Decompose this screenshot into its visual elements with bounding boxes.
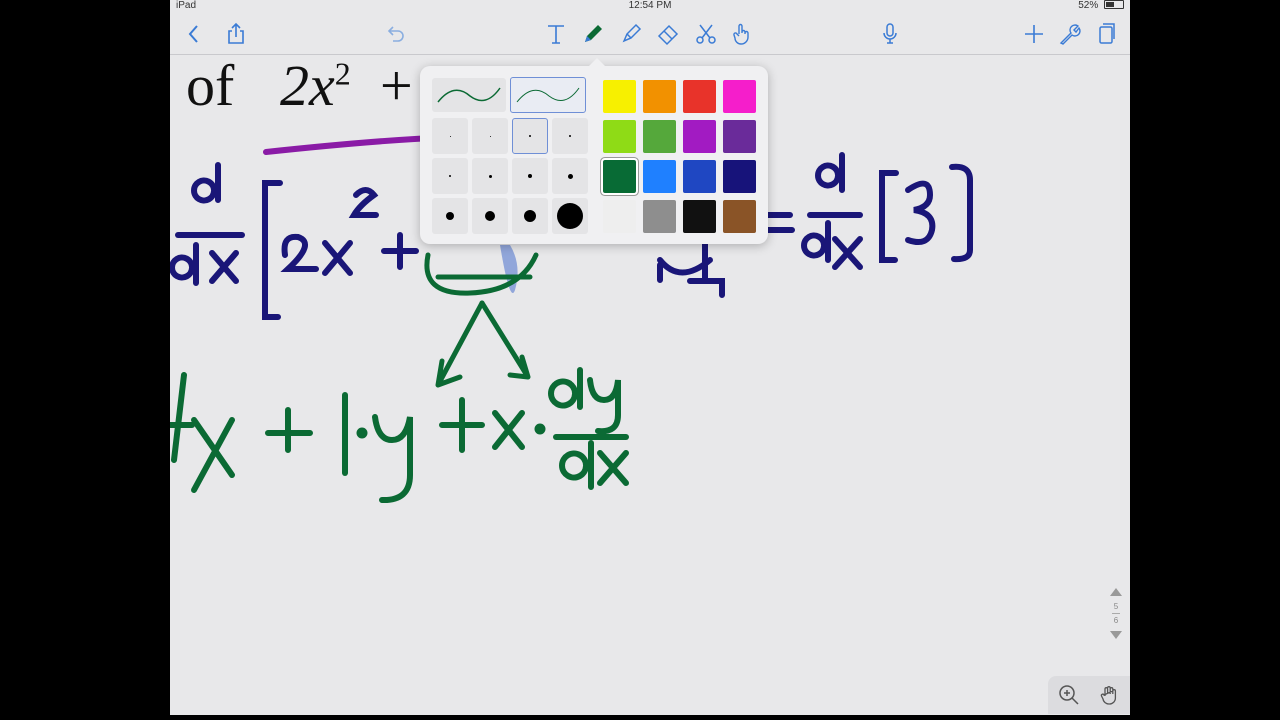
- battery-percent: 52%: [1078, 0, 1099, 11]
- highlighter-icon: [622, 23, 642, 43]
- pen-size-option[interactable]: [512, 198, 548, 234]
- pen-size-option[interactable]: [432, 118, 468, 154]
- pen-size-dot: [489, 135, 491, 137]
- microphone-button[interactable]: [876, 20, 904, 48]
- current-page: 5: [1113, 602, 1119, 611]
- pen-size-dot: [557, 203, 583, 229]
- pointer-tool-button[interactable]: [728, 20, 756, 48]
- wrench-icon: [1059, 24, 1081, 45]
- status-time: 12:54 PM: [628, 0, 672, 11]
- pen-size-option[interactable]: [432, 198, 468, 234]
- color-swatch[interactable]: [683, 80, 716, 113]
- pen-size-dot: [485, 211, 495, 221]
- page-indicator[interactable]: 5 6: [1107, 588, 1125, 654]
- pen-size-dot: [567, 173, 573, 179]
- undo-button[interactable]: [382, 20, 410, 48]
- color-swatch[interactable]: [603, 80, 636, 113]
- pen-size-option[interactable]: [432, 158, 468, 194]
- pen-style-fountain[interactable]: [510, 77, 586, 113]
- pen-size-option[interactable]: [512, 118, 548, 154]
- battery-icon: [1104, 0, 1124, 9]
- highlighter-button[interactable]: [617, 20, 645, 48]
- color-swatch[interactable]: [603, 200, 636, 233]
- pen-tool-button[interactable]: [579, 20, 607, 48]
- page-down-icon[interactable]: [1110, 631, 1122, 639]
- pen-size-option[interactable]: [512, 158, 548, 194]
- pen-size-dot: [529, 135, 531, 137]
- color-swatch[interactable]: [643, 200, 676, 233]
- pen-size-option[interactable]: [552, 118, 588, 154]
- color-swatch[interactable]: [683, 120, 716, 153]
- pen-size-option[interactable]: [552, 158, 588, 194]
- chevron-left-icon: [188, 25, 198, 43]
- color-swatch[interactable]: [683, 200, 716, 233]
- eraser-icon: [657, 24, 679, 46]
- pen-stroke-preview-icon: [437, 87, 501, 103]
- typed-exponent: 2: [334, 55, 351, 92]
- pen-size-option[interactable]: [552, 198, 588, 234]
- pen-size-option[interactable]: [472, 118, 508, 154]
- zoom-in-icon[interactable]: [1058, 684, 1080, 706]
- ipad-screen: iPad 12:54 PM 52% of 2x2 + 5 6: [170, 0, 1130, 715]
- pen-tool-icon: [585, 25, 602, 42]
- color-swatch[interactable]: [723, 80, 756, 113]
- eraser-button[interactable]: [654, 20, 682, 48]
- battery-status: 52%: [1078, 0, 1124, 11]
- color-swatch[interactable]: [643, 80, 676, 113]
- add-button[interactable]: [1020, 20, 1048, 48]
- scissors-button[interactable]: [692, 20, 720, 48]
- pen-style-smooth[interactable]: [432, 78, 506, 112]
- ink-derivative-left: [170, 162, 419, 320]
- color-swatch[interactable]: [723, 200, 756, 233]
- color-swatch[interactable]: [723, 120, 756, 153]
- pen-size-dot: [528, 174, 532, 178]
- toolbar: [170, 14, 1130, 55]
- text-tool-icon: [548, 25, 564, 44]
- pages-icon: [1099, 23, 1115, 44]
- bottom-tools: [1048, 676, 1130, 714]
- pen-size-dot: [449, 175, 451, 177]
- pen-size-dot: [569, 135, 571, 137]
- ink-green-annotations: [424, 252, 539, 388]
- color-swatch[interactable]: [723, 160, 756, 193]
- page-up-icon[interactable]: [1110, 588, 1122, 596]
- status-bar: iPad 12:54 PM 52%: [170, 0, 1130, 14]
- pages-button[interactable]: [1092, 20, 1120, 48]
- undo-icon: [387, 26, 404, 42]
- share-icon: [228, 22, 244, 44]
- color-swatch[interactable]: [683, 160, 716, 193]
- page-divider: [1112, 613, 1120, 614]
- share-button[interactable]: [222, 20, 250, 48]
- plus-icon: [1025, 25, 1043, 43]
- color-swatch[interactable]: [603, 120, 636, 153]
- fountain-stroke-preview-icon: [516, 87, 580, 103]
- color-swatch[interactable]: [601, 158, 638, 195]
- microphone-icon: [883, 23, 897, 44]
- hand-pan-icon[interactable]: [1099, 684, 1121, 706]
- settings-button[interactable]: [1056, 20, 1084, 48]
- typed-text-plus: +: [380, 53, 413, 118]
- pen-size-dot: [446, 212, 454, 220]
- pen-size-option[interactable]: [472, 158, 508, 194]
- text-tool-button[interactable]: [542, 20, 570, 48]
- ink-green-equation: [170, 367, 629, 504]
- color-swatch[interactable]: [643, 120, 676, 153]
- hand-pointer-icon: [733, 23, 749, 45]
- total-pages: 6: [1113, 616, 1119, 625]
- scissors-icon: [696, 24, 716, 44]
- pen-options-popover: [420, 58, 768, 244]
- pen-size-dot: [449, 135, 451, 137]
- typed-text-term: 2x2: [280, 53, 351, 118]
- pen-size-dot: [524, 210, 536, 222]
- pen-size-dot: [488, 174, 492, 178]
- back-button[interactable]: [180, 20, 208, 48]
- typed-text-word: of: [186, 53, 235, 118]
- color-swatch[interactable]: [643, 160, 676, 193]
- pen-size-option[interactable]: [472, 198, 508, 234]
